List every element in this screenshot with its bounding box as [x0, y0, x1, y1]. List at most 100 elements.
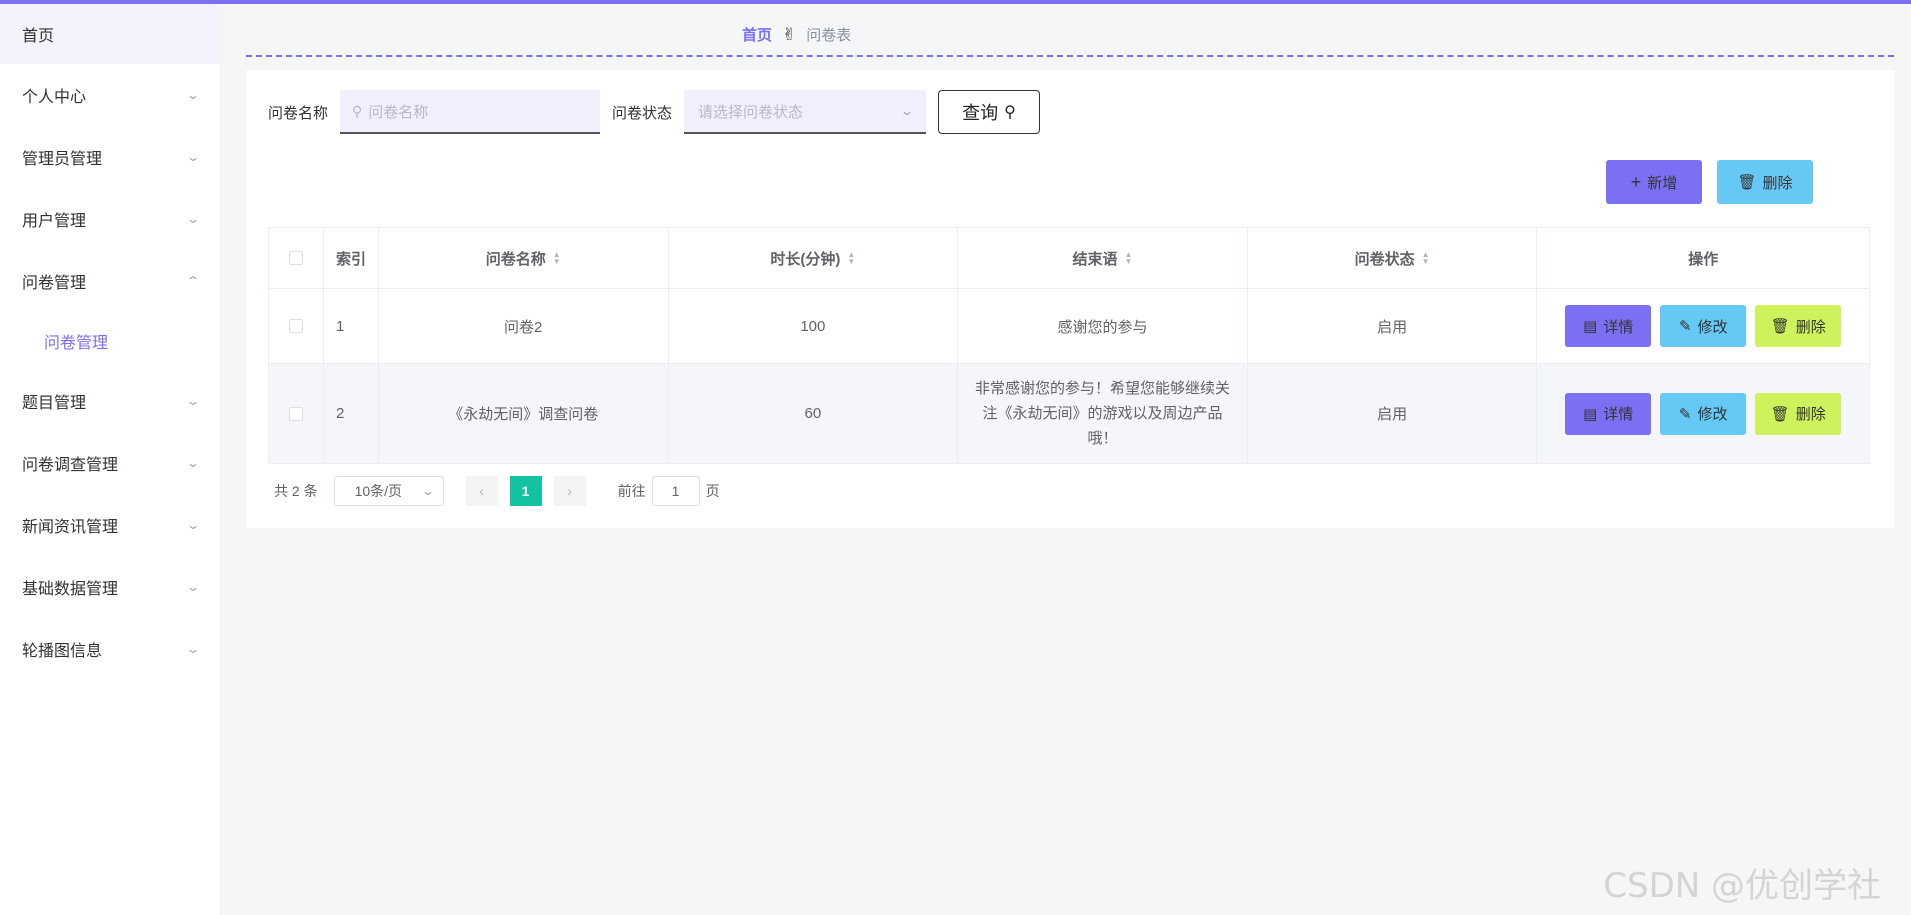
trash-icon: 🗑: [1770, 405, 1790, 423]
survey-table: 索引 问卷名称 ▲ ▼ 时长(分钟) ▲ ▼ 结束语 ▲ ▼ 问卷状态 ▲ ▼ 操作 1 问卷2…: [268, 227, 1870, 464]
delete-button[interactable]: 🗑 删除: [1717, 160, 1813, 204]
cell-ending: 感谢您的参与: [958, 289, 1248, 363]
sidebar-item-label: 管理员管理: [22, 151, 103, 168]
watermark: CSDN @优创学社: [1603, 866, 1881, 906]
sidebar-item-label: 首页: [22, 28, 55, 45]
sidebar-item-label: 新闻资讯管理: [22, 519, 119, 536]
top-accent-bar: [0, 0, 1911, 4]
chevron-down-icon: ⌄: [185, 394, 201, 408]
pencil-icon: ✎: [1678, 318, 1692, 335]
sidebar-item-label: 轮播图信息: [22, 643, 103, 660]
chevron-down-icon: ⌄: [185, 518, 201, 532]
survey-name-input[interactable]: ⚲ 问卷名称: [340, 90, 601, 134]
sort-icon[interactable]: ▲ ▼: [847, 251, 855, 266]
sidebar-item-label: 基础数据管理: [22, 581, 119, 598]
document-icon: ▤: [1583, 405, 1598, 423]
page-size-select[interactable]: 10条/页 ⌄: [333, 476, 444, 506]
chevron-down-icon: ⌄: [185, 88, 201, 102]
chevron-down-icon: ⌄: [420, 484, 435, 498]
plus-icon: +: [1630, 171, 1642, 192]
sidebar-item-survey-management[interactable]: 问卷管理 ⌃: [0, 250, 220, 312]
select-all-checkbox[interactable]: [288, 251, 303, 265]
edit-button[interactable]: ✎ 修改: [1660, 305, 1747, 347]
breadcrumb-current: 问卷表: [806, 27, 852, 44]
cell-index: 1: [324, 289, 379, 363]
cell-name: 《永劫无间》调查问卷: [379, 364, 669, 463]
add-button[interactable]: + 新增: [1606, 160, 1702, 204]
row-select-cell: [269, 289, 324, 363]
table-row: 1 问卷2 100 感谢您的参与 启用 ▤ 详情 ✎ 修改 🗑 删除: [269, 289, 1869, 364]
header-ending-label: 结束语: [1072, 250, 1118, 268]
survey-status-placeholder: 请选择问卷状态: [698, 103, 804, 121]
cell-duration: 60: [669, 364, 959, 463]
sidebar-item-label: 题目管理: [22, 395, 87, 412]
sidebar-item-admin-management[interactable]: 管理员管理 ⌄: [0, 126, 220, 188]
header-index: 索引: [324, 228, 379, 288]
trash-icon: 🗑: [1737, 174, 1757, 191]
sort-icon[interactable]: ▲ ▼: [1422, 251, 1430, 266]
query-button[interactable]: 查询 ⚲: [938, 90, 1041, 134]
sidebar-subitem-survey-management[interactable]: 问卷管理: [0, 312, 220, 370]
row-delete-button[interactable]: 🗑 删除: [1755, 305, 1842, 347]
sidebar-item-question-management[interactable]: 题目管理 ⌄: [0, 370, 220, 432]
goto-page-input[interactable]: 1: [651, 476, 700, 506]
detail-button[interactable]: ▤ 详情: [1565, 305, 1652, 347]
chevron-down-icon: ⌄: [185, 580, 201, 594]
detail-button[interactable]: ▤ 详情: [1565, 392, 1652, 435]
sidebar: 首页 个人中心 ⌄ 管理员管理 ⌄ 用户管理 ⌄ 问卷管理 ⌃ 问卷管理 题目管…: [0, 4, 220, 915]
sidebar-item-label: 个人中心: [22, 89, 87, 106]
query-button-label: 查询: [962, 103, 999, 123]
sidebar-subitem-label: 问卷管理: [44, 335, 109, 352]
chevron-down-icon: ⌄: [185, 456, 201, 470]
sort-icon[interactable]: ▲ ▼: [553, 251, 561, 266]
row-delete-button[interactable]: 🗑 删除: [1755, 392, 1842, 435]
page-number-current[interactable]: 1: [509, 476, 542, 506]
sidebar-item-user-management[interactable]: 用户管理 ⌄: [0, 188, 220, 250]
pencil-icon: ✎: [1678, 405, 1692, 423]
breadcrumb-home-link[interactable]: 首页: [742, 24, 772, 45]
row-checkbox[interactable]: [288, 406, 303, 421]
edit-button[interactable]: ✎ 修改: [1660, 392, 1747, 435]
next-page-button[interactable]: ›: [553, 476, 586, 506]
goto-prefix: 前往: [617, 483, 646, 499]
survey-status-select[interactable]: 请选择问卷状态 ⌄: [684, 90, 927, 134]
table-row: 2 《永劫无间》调查问卷 60 非常感谢您的参与！希望您能够继续关注《永劫无间》…: [269, 364, 1869, 463]
search-icon: ⚲: [352, 102, 363, 119]
sidebar-item-survey-investigation[interactable]: 问卷调查管理 ⌄: [0, 432, 220, 494]
cell-status: 启用: [1248, 289, 1538, 363]
sort-icon[interactable]: ▲ ▼: [1125, 251, 1133, 266]
sidebar-item-carousel-info[interactable]: 轮播图信息 ⌄: [0, 618, 220, 680]
edit-button-label: 修改: [1697, 406, 1728, 423]
header-name[interactable]: 问卷名称 ▲ ▼: [379, 228, 669, 288]
chevron-left-icon: ‹: [479, 483, 484, 499]
pagination-total: 共 2 条: [274, 483, 318, 499]
delete-button-label: 删除: [1762, 174, 1793, 192]
header-ending[interactable]: 结束语 ▲ ▼: [958, 228, 1248, 288]
header-actions: 操作: [1688, 250, 1719, 268]
sidebar-item-news-management[interactable]: 新闻资讯管理 ⌄: [0, 494, 220, 556]
row-delete-button-label: 删除: [1795, 406, 1826, 423]
row-checkbox[interactable]: [288, 319, 303, 333]
sidebar-item-label: 问卷调查管理: [22, 457, 119, 474]
sidebar-item-base-data-management[interactable]: 基础数据管理 ⌄: [0, 556, 220, 618]
header-duration-label: 时长(分钟): [770, 250, 841, 268]
goto-suffix: 页: [705, 483, 720, 499]
sidebar-item-home[interactable]: 首页: [0, 4, 220, 64]
cell-status: 启用: [1248, 364, 1538, 463]
cell-duration: 100: [669, 289, 959, 363]
edit-button-label: 修改: [1697, 318, 1728, 336]
row-select-cell: [269, 364, 324, 463]
chevron-down-icon: ⌄: [899, 104, 915, 118]
survey-name-label: 问卷名称: [268, 104, 329, 122]
table-header-row: 索引 问卷名称 ▲ ▼ 时长(分钟) ▲ ▼ 结束语 ▲ ▼ 问卷状态 ▲ ▼ 操作: [269, 228, 1869, 289]
detail-button-label: 详情: [1603, 406, 1634, 423]
sidebar-item-personal-center[interactable]: 个人中心 ⌄: [0, 64, 220, 126]
add-button-label: 新增: [1647, 174, 1678, 192]
header-duration[interactable]: 时长(分钟) ▲ ▼: [669, 228, 959, 288]
chevron-down-icon: ⌄: [185, 150, 201, 164]
breadcrumb-divider: [246, 55, 1894, 57]
chevron-up-icon: ⌃: [185, 274, 201, 288]
prev-page-button[interactable]: ‹: [465, 476, 498, 506]
chevron-down-icon: ⌄: [185, 642, 201, 656]
header-status[interactable]: 问卷状态 ▲ ▼: [1248, 228, 1538, 288]
